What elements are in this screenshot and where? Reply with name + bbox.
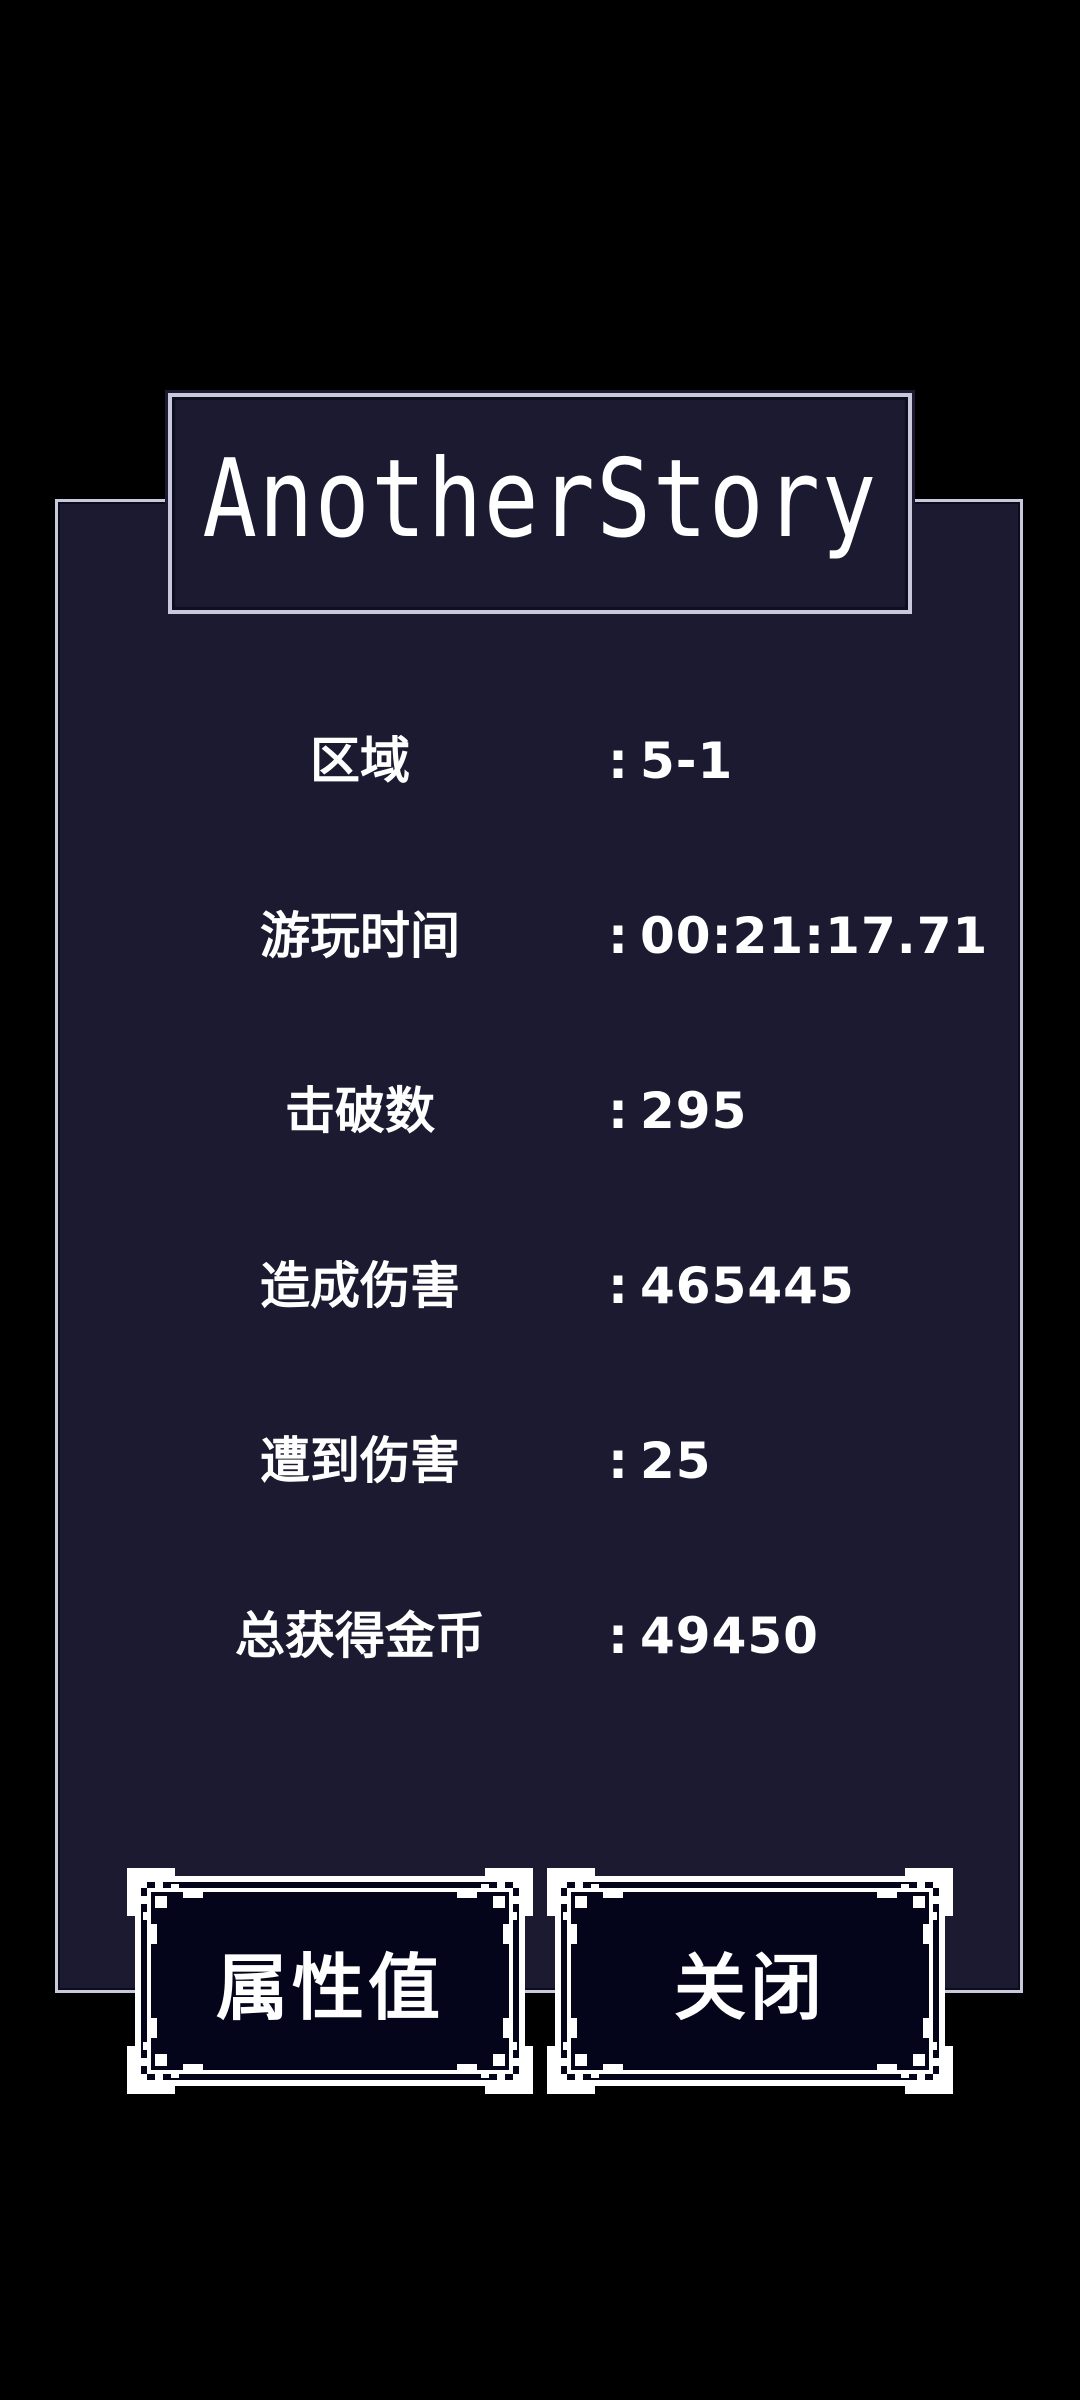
stat-value-play-time: 00:21:17.71 [640, 907, 989, 965]
stat-value-damage-taken: 25 [640, 1432, 712, 1490]
stat-value-kills: 295 [640, 1082, 748, 1140]
stat-label-total-gold: 总获得金币 [235, 1607, 485, 1665]
stat-colon: : [608, 907, 628, 965]
stat-label-damage-taken: 遭到伤害 [260, 1432, 460, 1490]
stat-colon: : [608, 1432, 628, 1490]
stat-value-total-gold: 49450 [640, 1607, 819, 1665]
stat-row-total-gold: 总获得金币 : 49450 [0, 1591, 1080, 1681]
stat-row-damage-dealt: 造成伤害 : 465445 [0, 1241, 1080, 1331]
game-title: AnotherStory [202, 437, 878, 562]
attributes-button[interactable]: 属性值 [127, 1868, 533, 2094]
stat-colon: : [608, 1257, 628, 1315]
close-button[interactable]: 关闭 [547, 1868, 953, 2094]
attributes-button-label: 属性值 [215, 1945, 444, 2030]
close-button-label: 关闭 [673, 1945, 826, 2030]
stat-label-kills: 击破数 [285, 1082, 435, 1140]
stat-colon: : [608, 1607, 628, 1665]
stat-label-damage-dealt: 造成伤害 [260, 1257, 460, 1315]
stat-colon: : [608, 1082, 628, 1140]
stat-colon: : [608, 732, 628, 790]
stat-row-damage-taken: 遭到伤害 : 25 [0, 1416, 1080, 1506]
stat-label-play-time: 游玩时间 [260, 907, 460, 965]
title-box: AnotherStory [168, 393, 912, 614]
stat-value-damage-dealt: 465445 [640, 1257, 855, 1315]
stat-row-play-time: 游玩时间 : 00:21:17.71 [0, 891, 1080, 981]
stat-row-kills: 击破数 : 295 [0, 1066, 1080, 1156]
results-screen: AnotherStory 区域 : 5-1 游玩时间 : 00:21:17.71… [0, 0, 1080, 2400]
stat-row-area: 区域 : 5-1 [0, 716, 1080, 806]
stat-value-area: 5-1 [640, 732, 734, 790]
stat-label-area: 区域 [310, 732, 410, 790]
